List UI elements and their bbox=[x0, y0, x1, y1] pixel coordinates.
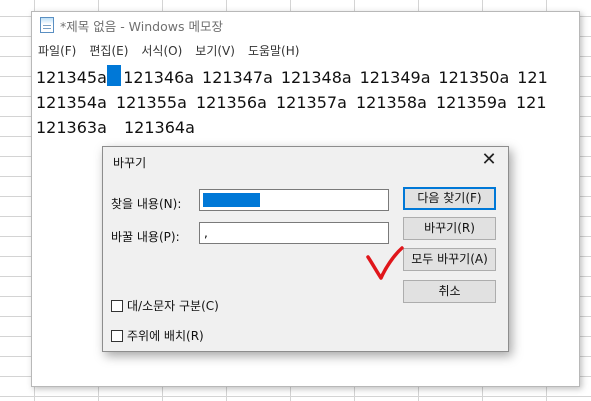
text-token: 121 bbox=[516, 93, 547, 112]
text-token: 121348a bbox=[280, 68, 352, 87]
menu-edit[interactable]: 편집(E) bbox=[89, 42, 128, 59]
notepad-icon bbox=[40, 17, 54, 33]
replace-dialog: 바꾸기 ✕ 찾을 내용(N): 바꿀 내용(P): , 다음 찾기(F) 바꾸기… bbox=[102, 146, 509, 352]
text-token: 121345a bbox=[36, 68, 107, 87]
title-bar: *제목 없음 - Windows 메모장 bbox=[32, 12, 579, 38]
text-token: 121347a bbox=[202, 68, 273, 87]
close-icon[interactable]: ✕ bbox=[478, 151, 500, 171]
match-case-checkbox[interactable] bbox=[111, 299, 123, 312]
text-token: 121359a bbox=[436, 93, 507, 112]
menu-view[interactable]: 보기(V) bbox=[195, 42, 235, 59]
find-label: 찾을 내용(N): bbox=[111, 197, 182, 211]
selected-tab bbox=[106, 65, 122, 86]
wrap-around-option[interactable]: 주위에 배치(R) bbox=[111, 327, 204, 344]
replace-value: , bbox=[204, 226, 208, 240]
replace-label: 바꿀 내용(P): bbox=[111, 230, 180, 244]
dialog-title: 바꾸기 bbox=[113, 156, 147, 170]
text-token: 121356a bbox=[196, 93, 267, 112]
text-token: 121346a bbox=[123, 68, 195, 87]
menu-help[interactable]: 도움말(H) bbox=[248, 42, 300, 59]
text-token: 121358a bbox=[356, 93, 427, 112]
cancel-button[interactable]: 취소 bbox=[403, 280, 496, 303]
menu-file[interactable]: 파일(F) bbox=[38, 42, 76, 59]
text-token: 121364a bbox=[124, 118, 195, 137]
match-case-option[interactable]: 대/소문자 구분(C) bbox=[111, 297, 219, 314]
text-token: 121349a bbox=[359, 68, 431, 87]
text-token: 121355a bbox=[116, 93, 187, 112]
text-line: 121345a 121346a 121347a 121348a 121349a … bbox=[36, 65, 579, 90]
replace-input[interactable]: , bbox=[199, 222, 389, 244]
replace-all-button[interactable]: 모두 바꾸기(A) bbox=[403, 248, 496, 271]
find-selection bbox=[203, 193, 260, 207]
find-input[interactable] bbox=[199, 189, 389, 211]
text-line: 121354a 121355a 121356a 121357a 121358a … bbox=[36, 90, 579, 115]
menu-format[interactable]: 서식(O) bbox=[141, 42, 182, 59]
menu-bar: 파일(F) 편집(E) 서식(O) 보기(V) 도움말(H) bbox=[32, 39, 579, 61]
window-title: *제목 없음 - Windows 메모장 bbox=[60, 18, 223, 34]
find-next-button[interactable]: 다음 찾기(F) bbox=[403, 187, 496, 210]
match-case-label: 대/소문자 구분(C) bbox=[127, 299, 219, 313]
text-token: 121354a bbox=[36, 93, 107, 112]
text-token: 121 bbox=[517, 68, 548, 87]
text-token: 121350a bbox=[438, 68, 510, 87]
text-line: 121363a 121364a bbox=[36, 115, 579, 140]
text-token: 121357a bbox=[276, 93, 347, 112]
wrap-around-checkbox[interactable] bbox=[111, 329, 123, 342]
wrap-around-label: 주위에 배치(R) bbox=[127, 329, 204, 343]
replace-button[interactable]: 바꾸기(R) bbox=[403, 217, 496, 240]
text-token: 121363a bbox=[36, 118, 107, 137]
